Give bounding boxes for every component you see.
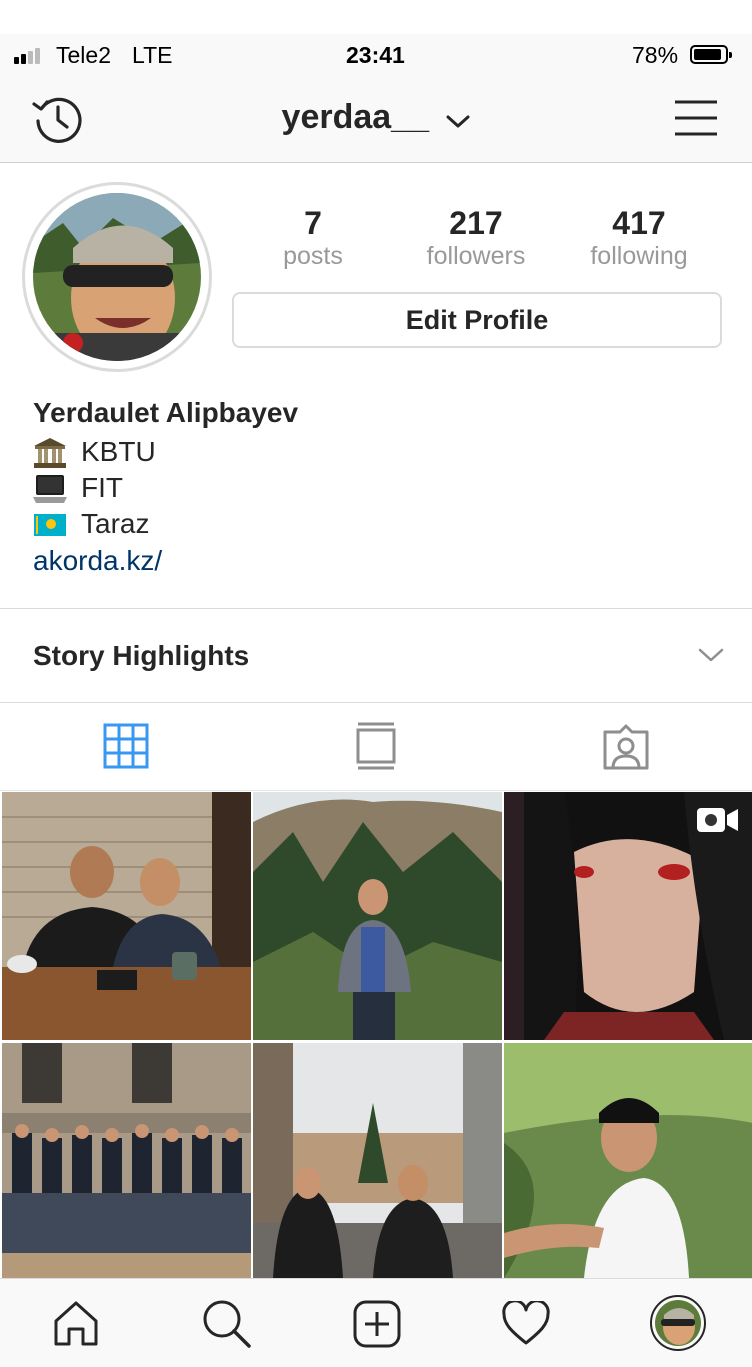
- post-thumbnail[interactable]: [253, 1043, 502, 1278]
- signal-icon: [14, 46, 42, 64]
- username-label: yerdaa__: [281, 98, 429, 136]
- kazakhstan-flag-icon: [33, 509, 67, 539]
- new-post-icon[interactable]: [353, 1300, 401, 1348]
- top-nav: yerdaa__: [0, 74, 752, 163]
- battery-icon: [690, 45, 732, 64]
- divider: [0, 608, 752, 609]
- edit-profile-button[interactable]: Edit Profile: [232, 292, 722, 348]
- full-name: Yerdaulet Alipbayev: [33, 397, 299, 428]
- posts-value: 7: [304, 205, 322, 241]
- following-label: following: [590, 242, 688, 270]
- post-thumbnail[interactable]: [504, 792, 752, 1040]
- home-icon[interactable]: [52, 1299, 100, 1347]
- divider: [0, 790, 752, 791]
- posts-count[interactable]: 7 posts: [228, 205, 398, 271]
- bottom-tab-bar: [0, 1278, 752, 1367]
- followers-label: followers: [426, 242, 526, 270]
- activity-heart-icon[interactable]: [501, 1299, 551, 1347]
- followers-value: 217: [449, 205, 503, 241]
- grid-view-icon[interactable]: [103, 723, 149, 769]
- carrier-name: Tele2: [56, 42, 111, 68]
- bio-line: FIT: [33, 472, 123, 504]
- battery-percent: 78%: [632, 42, 679, 68]
- story-highlights-title[interactable]: Story Highlights: [33, 640, 249, 672]
- search-icon[interactable]: [202, 1299, 252, 1349]
- bio-line: KBTU: [33, 436, 156, 468]
- status-bar: Tele2 LTE 23:41 78%: [0, 34, 752, 74]
- avatar-photo: [33, 193, 201, 361]
- following-value: 417: [612, 205, 666, 241]
- tagged-photos-icon[interactable]: [602, 724, 650, 770]
- profile-avatar-icon[interactable]: [650, 1295, 706, 1351]
- bio-line: Taraz: [33, 508, 149, 540]
- video-camera-icon: [697, 807, 739, 833]
- clock: 23:41: [346, 42, 405, 68]
- bio-text-taraz: Taraz: [81, 508, 150, 539]
- profile-avatar[interactable]: [22, 182, 212, 372]
- bio-text-kbtu: KBTU: [81, 436, 156, 467]
- post-thumbnail[interactable]: [2, 1043, 251, 1278]
- hamburger-menu-icon[interactable]: [674, 99, 718, 137]
- classical-building-icon: [33, 437, 67, 468]
- website-link[interactable]: akorda.kz/: [33, 545, 162, 577]
- post-thumbnail[interactable]: [2, 792, 251, 1040]
- chevron-down-icon[interactable]: [698, 645, 724, 665]
- feed-view-icon[interactable]: [356, 722, 396, 770]
- post-thumbnail[interactable]: [253, 792, 502, 1040]
- laptop-icon: [33, 473, 67, 503]
- followers-count[interactable]: 217 followers: [391, 205, 561, 271]
- divider: [0, 702, 752, 703]
- posts-label: posts: [283, 242, 343, 270]
- post-thumbnail[interactable]: [504, 1043, 752, 1278]
- following-count[interactable]: 417 following: [554, 205, 724, 271]
- network-type: LTE: [132, 42, 173, 68]
- profile-switcher[interactable]: yerdaa__: [0, 98, 752, 139]
- bio-text-fit: FIT: [81, 472, 123, 503]
- chevron-down-icon: [446, 100, 470, 139]
